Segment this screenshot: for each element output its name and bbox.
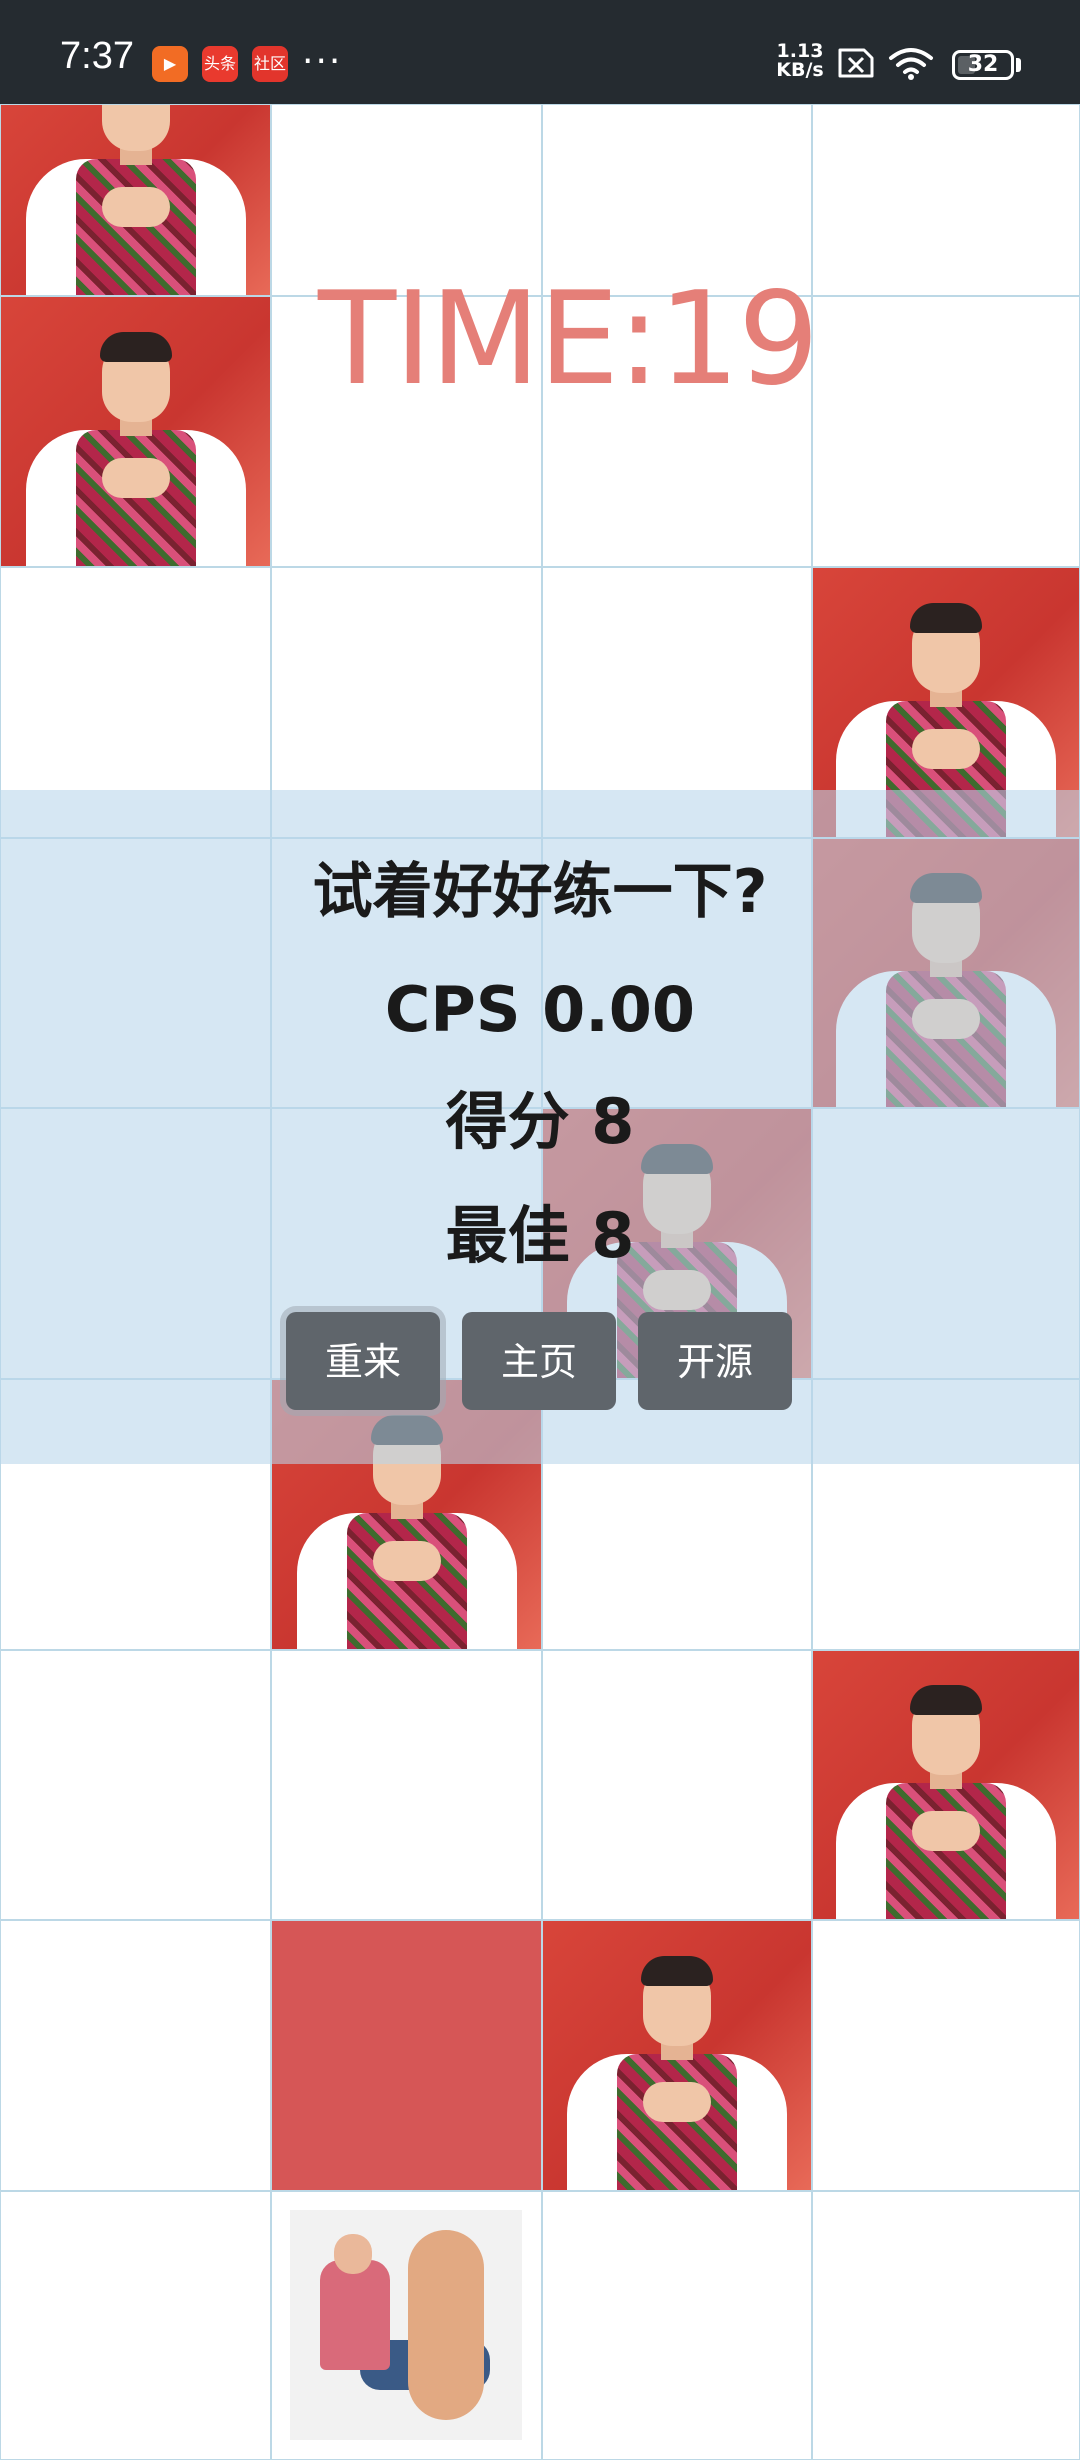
- feet-photo-image: [290, 2210, 522, 2440]
- empty-tile[interactable]: [812, 2191, 1080, 2460]
- photo-tile[interactable]: [0, 104, 271, 296]
- empty-tile[interactable]: [271, 1650, 542, 1920]
- network-speed: 1.13 KB/s: [772, 42, 828, 80]
- photo-tile[interactable]: [0, 296, 271, 567]
- photo-tile[interactable]: [542, 1920, 812, 2191]
- empty-tile[interactable]: [0, 2191, 271, 2460]
- person-portrait-image: [547, 1950, 807, 2190]
- video-app-icon: ▶: [152, 46, 188, 82]
- more-notifications-icon: ···: [302, 41, 343, 82]
- empty-tile[interactable]: [0, 1920, 271, 2191]
- empty-tile[interactable]: [812, 104, 1080, 296]
- no-sim-icon: [838, 48, 874, 78]
- person-portrait-image: [6, 326, 266, 566]
- home-button[interactable]: 主页: [462, 1312, 616, 1410]
- bonus-photo-tile[interactable]: [271, 2191, 542, 2460]
- restart-button[interactable]: 重来: [286, 1312, 440, 1410]
- person-portrait-image: [816, 1679, 1076, 1919]
- empty-tile[interactable]: [0, 1650, 271, 1920]
- photo-tile[interactable]: [812, 1650, 1080, 1920]
- wifi-icon: [889, 48, 933, 80]
- best-score-value: 最佳 8: [445, 1199, 635, 1272]
- empty-tile[interactable]: [812, 1920, 1080, 2191]
- cps-value: CPS 0.00: [384, 973, 696, 1046]
- empty-tile[interactable]: [812, 296, 1080, 567]
- status-bar: 7:37 ▶ 头条 社区 ··· 1.13 KB/s 32: [0, 0, 1080, 104]
- open-source-button[interactable]: 开源: [638, 1312, 792, 1410]
- toutiao-app-icon: 头条: [202, 46, 238, 82]
- status-time: 7:37: [60, 35, 134, 77]
- missed-tile[interactable]: [271, 1920, 542, 2191]
- person-portrait-image: [6, 105, 266, 295]
- community-app-icon: 社区: [252, 46, 288, 82]
- practice-hint: 试着好好练一下?: [312, 857, 768, 927]
- score-value: 得分 8: [445, 1085, 635, 1158]
- network-speed-unit: KB/s: [776, 59, 824, 81]
- battery-tip: [1016, 58, 1021, 72]
- empty-tile[interactable]: [542, 2191, 812, 2460]
- empty-tile[interactable]: [542, 1650, 812, 1920]
- battery-level: 32: [967, 52, 999, 77]
- timer-display: TIME:19: [318, 265, 819, 414]
